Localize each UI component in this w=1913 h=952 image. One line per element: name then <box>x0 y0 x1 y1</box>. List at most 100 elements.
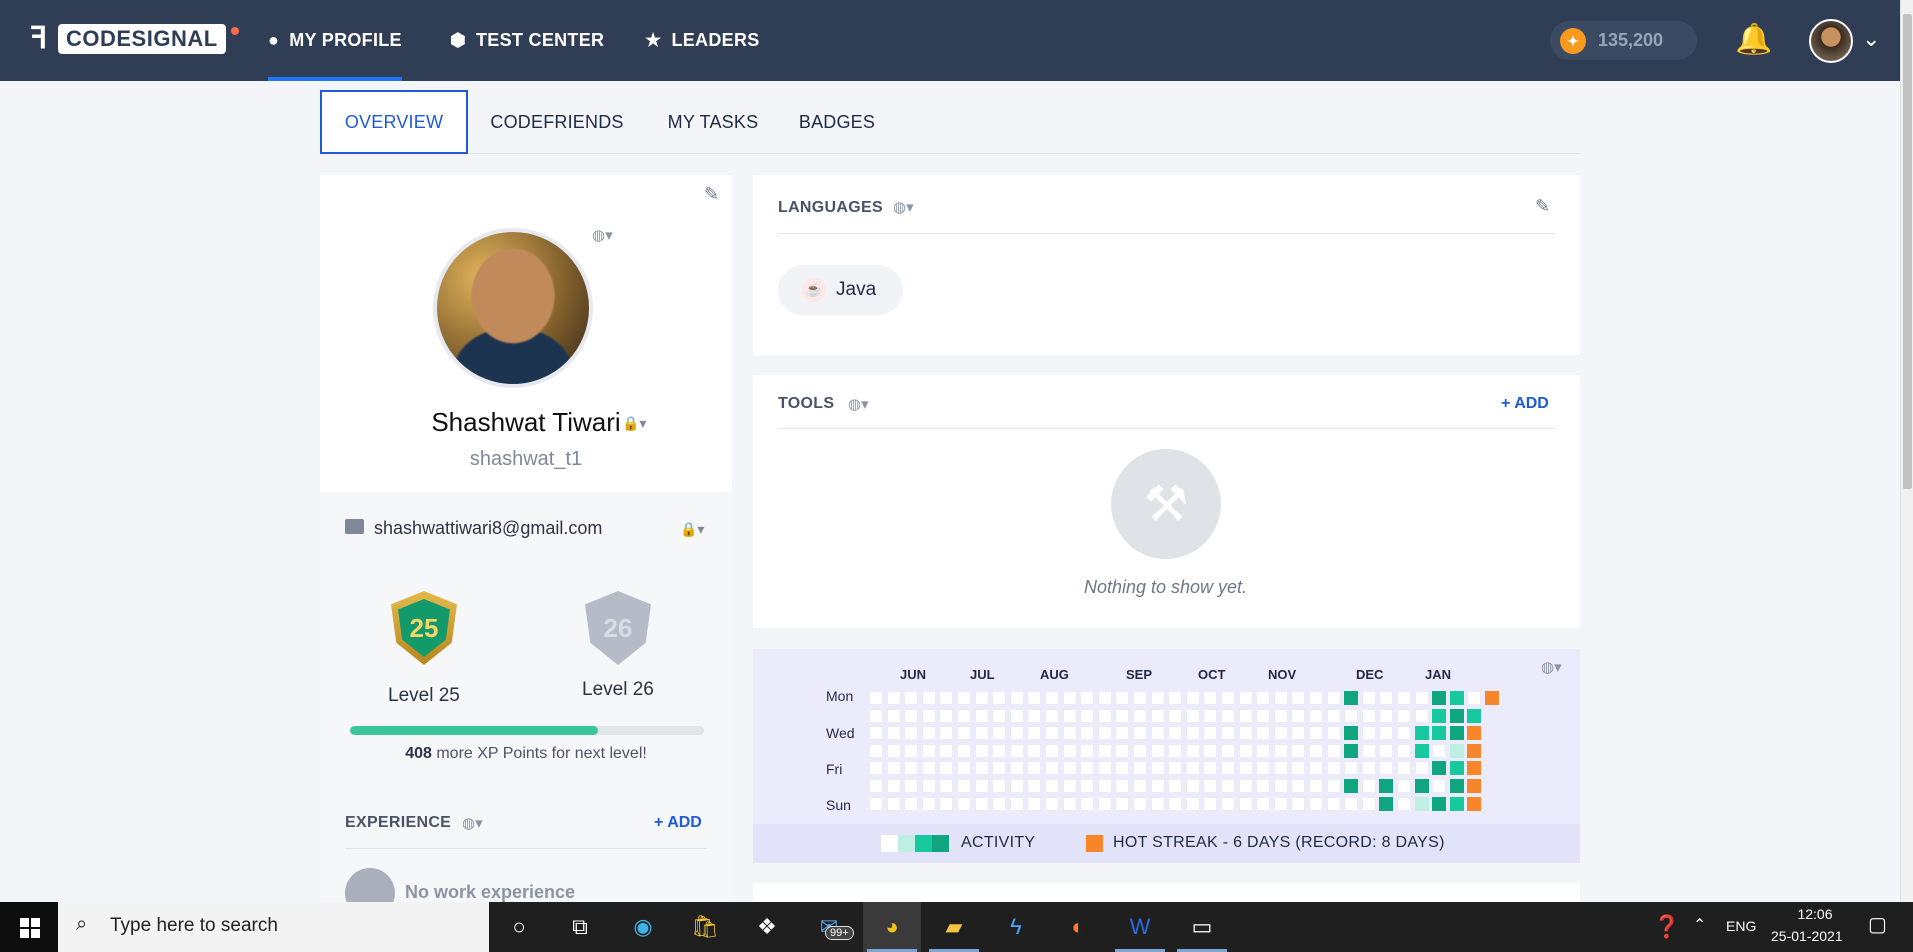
activity-cell[interactable] <box>974 726 989 741</box>
activity-cell[interactable] <box>1045 761 1059 776</box>
activity-cell[interactable] <box>904 726 919 741</box>
activity-cell[interactable] <box>1150 779 1165 793</box>
activity-cell[interactable] <box>1379 691 1394 705</box>
activity-cell[interactable] <box>886 779 901 793</box>
activity-cell[interactable] <box>957 779 971 793</box>
activity-cell[interactable] <box>1449 796 1464 811</box>
activity-cell[interactable] <box>1185 691 1200 705</box>
activity-cell[interactable] <box>1361 743 1376 758</box>
nav-test-center[interactable]: ⬢ TEST CENTER <box>450 0 604 81</box>
activity-cell[interactable] <box>1449 726 1464 741</box>
activity-cell[interactable] <box>1150 761 1165 776</box>
activity-cell[interactable] <box>1062 726 1077 741</box>
activity-cell[interactable] <box>904 708 919 723</box>
activity-cell[interactable] <box>1221 708 1235 723</box>
store-icon[interactable]: 🛍 <box>688 910 722 944</box>
activity-cell[interactable] <box>1062 708 1077 723</box>
add-tool-button[interactable]: + ADD <box>1501 395 1549 413</box>
activity-cell[interactable] <box>1045 691 1059 705</box>
activity-cell[interactable] <box>1379 761 1394 776</box>
activity-cell[interactable] <box>1449 708 1464 723</box>
activity-cell[interactable] <box>1221 691 1235 705</box>
activity-cell[interactable] <box>1397 761 1411 776</box>
activity-cell[interactable] <box>1115 726 1130 741</box>
tab-overview[interactable]: OVERVIEW <box>320 90 468 154</box>
activity-cell[interactable] <box>939 743 954 758</box>
activity-cell[interactable] <box>1133 796 1147 811</box>
activity-cell[interactable] <box>1361 779 1376 793</box>
user-avatar[interactable] <box>1809 19 1853 63</box>
activity-cell[interactable] <box>1326 708 1341 723</box>
help-icon[interactable]: ❓ <box>1650 910 1684 944</box>
activity-cell[interactable] <box>1397 779 1411 793</box>
activity-cell[interactable] <box>1291 796 1306 811</box>
activity-cell[interactable] <box>1291 726 1306 741</box>
activity-cell[interactable] <box>1344 779 1359 793</box>
activity-cell[interactable] <box>1344 708 1359 723</box>
task-view-icon[interactable]: ⧉ <box>563 910 597 944</box>
activity-cell[interactable] <box>921 726 936 741</box>
activity-cell[interactable] <box>1238 726 1253 741</box>
activity-cell[interactable] <box>1273 796 1288 811</box>
activity-cell[interactable] <box>1115 691 1130 705</box>
activity-cell[interactable] <box>1133 761 1147 776</box>
activity-cell[interactable] <box>1027 708 1042 723</box>
activity-cell[interactable] <box>1009 708 1024 723</box>
activity-cell[interactable] <box>1221 761 1235 776</box>
activity-cell[interactable] <box>904 779 919 793</box>
activity-cell[interactable] <box>869 779 883 793</box>
activity-cell[interactable] <box>1291 761 1306 776</box>
activity-cell[interactable] <box>992 743 1007 758</box>
activity-cell[interactable] <box>1027 796 1042 811</box>
activity-cell[interactable] <box>957 796 971 811</box>
nav-my-profile[interactable]: ● MY PROFILE <box>268 0 402 81</box>
activity-cell[interactable] <box>1221 726 1235 741</box>
activity-cell[interactable] <box>1027 691 1042 705</box>
activity-cell[interactable] <box>1379 726 1394 741</box>
activity-cell[interactable] <box>1291 743 1306 758</box>
activity-cell[interactable] <box>1414 708 1429 723</box>
clock-date[interactable]: 25-01-2021 <box>1771 928 1843 944</box>
activity-cell[interactable] <box>1168 708 1183 723</box>
activity-cell[interactable] <box>1256 708 1271 723</box>
activity-cell[interactable] <box>1045 726 1059 741</box>
file-explorer-icon[interactable]: ▰ <box>937 910 971 944</box>
activity-cell[interactable] <box>869 796 883 811</box>
activity-cell[interactable] <box>1379 796 1394 811</box>
activity-cell[interactable] <box>1027 761 1042 776</box>
email-privacy-lock-icon[interactable]: 🔒▾ <box>680 521 704 538</box>
name-privacy-lock-icon[interactable]: 🔒▾ <box>622 415 646 432</box>
activity-cell[interactable] <box>1256 796 1271 811</box>
terminal-icon[interactable]: ▭ <box>1185 910 1219 944</box>
activity-cell[interactable] <box>1168 726 1183 741</box>
activity-cell[interactable] <box>886 708 901 723</box>
chevron-down-icon[interactable]: ⌄ <box>1862 26 1880 52</box>
add-experience-button[interactable]: + ADD <box>654 814 702 832</box>
page-scrollbar[interactable] <box>1900 0 1913 902</box>
activity-cell[interactable] <box>974 779 989 793</box>
activity-cell[interactable] <box>1027 743 1042 758</box>
activity-cell[interactable] <box>1449 761 1464 776</box>
activity-cell[interactable] <box>1097 743 1112 758</box>
activity-cell[interactable] <box>1168 779 1183 793</box>
activity-cell[interactable] <box>1326 743 1341 758</box>
activity-cell[interactable] <box>1432 761 1447 776</box>
activity-cell[interactable] <box>992 779 1007 793</box>
firefox-icon[interactable]: ◐ <box>1061 910 1095 944</box>
activity-cell[interactable] <box>1273 691 1288 705</box>
experience-visibility-globe-icon[interactable]: ◍▾ <box>462 814 483 832</box>
activity-cell[interactable] <box>1062 761 1077 776</box>
activity-cell[interactable] <box>939 691 954 705</box>
activity-cell[interactable] <box>1080 726 1095 741</box>
activity-cell[interactable] <box>1273 761 1288 776</box>
activity-cell[interactable] <box>1326 761 1341 776</box>
activity-cell[interactable] <box>869 743 883 758</box>
activity-cell[interactable] <box>1062 796 1077 811</box>
activity-cell[interactable] <box>1150 708 1165 723</box>
activity-cell[interactable] <box>992 796 1007 811</box>
activity-cell[interactable] <box>974 761 989 776</box>
activity-cell[interactable] <box>1150 743 1165 758</box>
activity-cell[interactable] <box>974 743 989 758</box>
activity-cell[interactable] <box>1185 796 1200 811</box>
activity-cell[interactable] <box>1432 691 1447 705</box>
